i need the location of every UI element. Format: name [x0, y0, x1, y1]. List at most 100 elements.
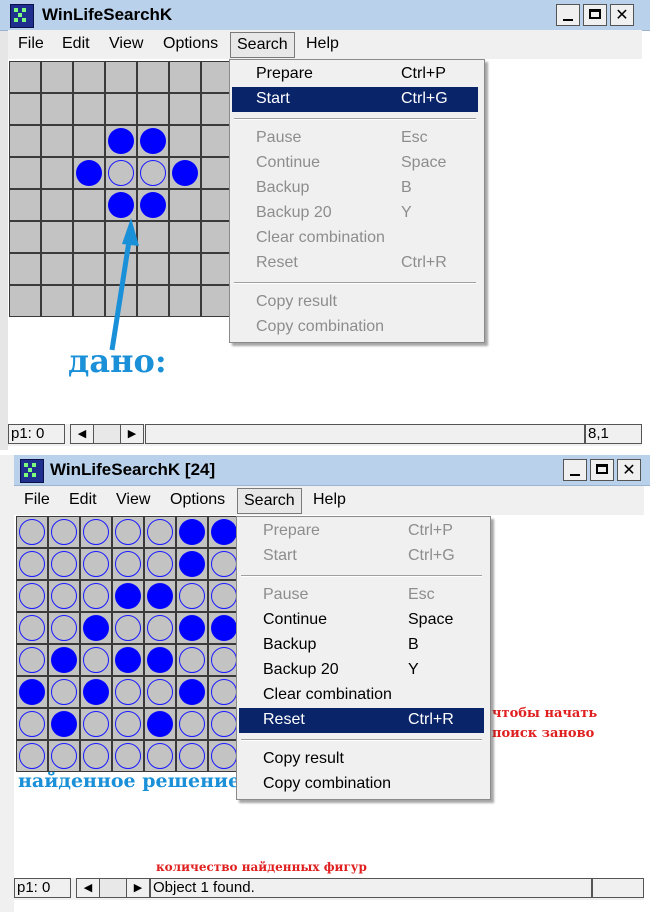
- arrow-right-icon[interactable]: ▶: [120, 424, 144, 444]
- grid-cell[interactable]: [80, 676, 112, 708]
- grid-cell[interactable]: [137, 221, 169, 253]
- grid-cell[interactable]: [176, 676, 208, 708]
- menu-file[interactable]: File: [24, 491, 50, 509]
- grid-cell[interactable]: [48, 708, 80, 740]
- grid-cell[interactable]: [112, 612, 144, 644]
- grid-cell[interactable]: [16, 516, 48, 548]
- grid-cell[interactable]: [73, 93, 105, 125]
- grid-cell[interactable]: [16, 740, 48, 772]
- menu-help[interactable]: Help: [306, 35, 339, 53]
- grid-cell[interactable]: [144, 644, 176, 676]
- grid-cell[interactable]: [73, 61, 105, 93]
- menu-item-start[interactable]: Start Ctrl+G: [232, 87, 478, 112]
- grid-cell[interactable]: [80, 708, 112, 740]
- grid-cell[interactable]: [16, 548, 48, 580]
- grid-cell[interactable]: [144, 580, 176, 612]
- grid-cell[interactable]: [137, 61, 169, 93]
- maximize-icon[interactable]: [583, 4, 607, 26]
- menu-item-copy-result[interactable]: Copy result: [239, 747, 484, 772]
- arrow-right-icon[interactable]: ▶: [126, 878, 150, 898]
- arrow-left-icon[interactable]: ◀: [76, 878, 100, 898]
- grid-cell[interactable]: [16, 708, 48, 740]
- grid-cell[interactable]: [169, 285, 201, 317]
- grid-cell[interactable]: [41, 221, 73, 253]
- grid-cell[interactable]: [9, 61, 41, 93]
- grid-cell[interactable]: [105, 157, 137, 189]
- grid-cell[interactable]: [112, 548, 144, 580]
- grid-cell[interactable]: [169, 125, 201, 157]
- menu-edit[interactable]: Edit: [62, 35, 90, 53]
- grid-cell[interactable]: [9, 189, 41, 221]
- grid-cell[interactable]: [176, 580, 208, 612]
- grid-cell[interactable]: [80, 612, 112, 644]
- grid-cell[interactable]: [112, 644, 144, 676]
- menu-help[interactable]: Help: [313, 491, 346, 509]
- grid-cell[interactable]: [80, 548, 112, 580]
- grid-cell[interactable]: [16, 644, 48, 676]
- grid-cell[interactable]: [80, 580, 112, 612]
- grid-cell[interactable]: [169, 221, 201, 253]
- grid-cell[interactable]: [137, 285, 169, 317]
- grid-cell[interactable]: [169, 157, 201, 189]
- grid-cell[interactable]: [41, 285, 73, 317]
- grid-cell[interactable]: [112, 676, 144, 708]
- grid-cell[interactable]: [105, 125, 137, 157]
- menu-item-copy-combination[interactable]: Copy combination: [239, 772, 484, 797]
- grid-cell[interactable]: [9, 125, 41, 157]
- grid-cell[interactable]: [73, 157, 105, 189]
- grid-cell[interactable]: [9, 285, 41, 317]
- grid-cell[interactable]: [16, 676, 48, 708]
- grid-cell[interactable]: [137, 253, 169, 285]
- grid-cell[interactable]: [73, 125, 105, 157]
- grid-cell[interactable]: [16, 612, 48, 644]
- grid-cell[interactable]: [176, 612, 208, 644]
- menu-item-reset[interactable]: Reset Ctrl+R: [239, 708, 484, 733]
- grid-cell[interactable]: [176, 708, 208, 740]
- grid-cell[interactable]: [137, 93, 169, 125]
- close-icon[interactable]: ✕: [617, 459, 641, 481]
- menu-item-backup[interactable]: Backup B: [239, 633, 484, 658]
- grid-cell[interactable]: [169, 189, 201, 221]
- grid-cell[interactable]: [144, 612, 176, 644]
- menu-item-backup-20[interactable]: Backup 20 Y: [239, 658, 484, 683]
- close-icon[interactable]: ✕: [610, 4, 634, 26]
- menu-options[interactable]: Options: [163, 35, 218, 53]
- grid-cell[interactable]: [16, 580, 48, 612]
- grid-cell[interactable]: [169, 253, 201, 285]
- grid-cell[interactable]: [41, 253, 73, 285]
- grid-cell[interactable]: [176, 516, 208, 548]
- grid-cell[interactable]: [41, 157, 73, 189]
- menu-view[interactable]: View: [116, 491, 150, 509]
- grid-cell[interactable]: [105, 61, 137, 93]
- grid-cell[interactable]: [80, 644, 112, 676]
- grid-cell[interactable]: [80, 740, 112, 772]
- grid-cell[interactable]: [9, 157, 41, 189]
- menu-item-clear-combination[interactable]: Clear combination: [239, 683, 484, 708]
- grid-cell[interactable]: [112, 516, 144, 548]
- grid-cell[interactable]: [48, 516, 80, 548]
- grid-cell[interactable]: [144, 708, 176, 740]
- grid-cell[interactable]: [144, 516, 176, 548]
- scroll-track[interactable]: [94, 424, 120, 444]
- scroll-track[interactable]: [100, 878, 126, 898]
- menu-file[interactable]: File: [18, 35, 44, 53]
- grid-cell[interactable]: [80, 516, 112, 548]
- menu-item-continue[interactable]: Continue Space: [239, 608, 484, 633]
- grid-cell[interactable]: [48, 644, 80, 676]
- grid-cell[interactable]: [112, 580, 144, 612]
- grid-cell[interactable]: [9, 253, 41, 285]
- grid-cell[interactable]: [48, 676, 80, 708]
- menu-options[interactable]: Options: [170, 491, 225, 509]
- grid-cell[interactable]: [176, 644, 208, 676]
- maximize-icon[interactable]: [590, 459, 614, 481]
- menu-view[interactable]: View: [109, 35, 143, 53]
- menu-search[interactable]: Search: [237, 488, 302, 514]
- minimize-icon[interactable]: [556, 4, 580, 26]
- grid-cell[interactable]: [144, 676, 176, 708]
- grid-cell[interactable]: [41, 93, 73, 125]
- grid-cell[interactable]: [169, 61, 201, 93]
- minimize-icon[interactable]: [563, 459, 587, 481]
- grid-cell[interactable]: [48, 548, 80, 580]
- grid-cell[interactable]: [137, 157, 169, 189]
- grid-cell[interactable]: [9, 93, 41, 125]
